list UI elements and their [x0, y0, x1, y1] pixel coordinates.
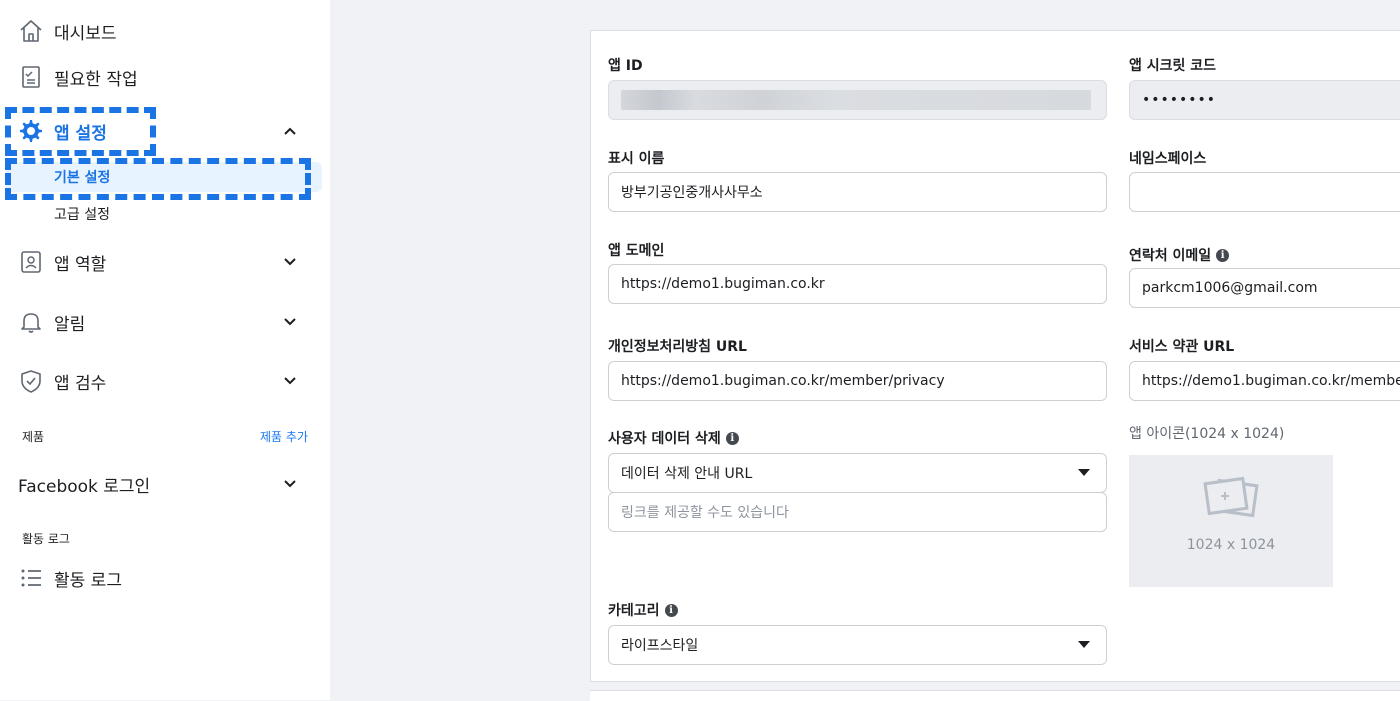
data-deletion-placeholder: 링크를 제공할 수도 있습니다	[621, 505, 789, 521]
sidebar-subitem-label: 고급 설정	[54, 207, 110, 223]
data-deletion-select[interactable]: 데이터 삭제 안내 URL	[608, 453, 1107, 493]
terms-url-input[interactable]: https://demo1.bugiman.co.kr/member	[1129, 361, 1400, 401]
app-secret-value: ••••••••	[1142, 92, 1217, 108]
chevron-down-icon	[280, 474, 300, 494]
redacted-app-id	[621, 90, 1091, 110]
sidebar-item-label: 앱 설정	[54, 123, 107, 144]
chevron-up-icon	[280, 121, 300, 141]
category-select[interactable]: 라이프스타일	[608, 625, 1107, 665]
sidebar-item-alerts[interactable]: 알림	[0, 302, 330, 342]
sidebar-item-label: 대시보드	[54, 23, 117, 44]
sidebar-item-label: 활동 로그	[54, 570, 122, 591]
app-id-label: 앱 ID	[608, 58, 643, 74]
privacy-url-input[interactable]: https://demo1.bugiman.co.kr/member/priva…	[608, 361, 1107, 401]
contact-email-label: 연락처 이메일 i	[1129, 245, 1230, 265]
data-deletion-url-input[interactable]: 링크를 제공할 수도 있습니다	[608, 492, 1107, 532]
sidebar-item-dashboard[interactable]: 대시보드	[0, 11, 330, 51]
app-icon-label: 앱 아이콘(1024 x 1024)	[1129, 426, 1285, 442]
info-icon[interactable]: i	[664, 603, 678, 617]
gear-icon	[18, 118, 44, 144]
app-id-field	[608, 80, 1107, 120]
next-panel-edge	[590, 690, 1400, 701]
sidebar-subitem-label: 기본 설정	[54, 170, 111, 186]
sidebar-item-label: 필요한 작업	[54, 69, 138, 90]
category-label: 카테고리 i	[608, 600, 678, 620]
sidebar-item-app-roles[interactable]: 앱 역할	[0, 242, 330, 282]
add-product-link[interactable]: 제품 추가	[260, 428, 308, 445]
app-secret-field[interactable]: ••••••••	[1129, 80, 1400, 120]
privacy-url-value: https://demo1.bugiman.co.kr/member/priva…	[621, 373, 945, 389]
shield-check-icon	[18, 368, 44, 394]
app-icon-upload[interactable]: 1024 x 1024	[1129, 455, 1333, 587]
id-badge-icon	[18, 249, 44, 275]
sidebar-subitem-basic-settings[interactable]: 기본 설정	[6, 162, 322, 192]
products-section-label: 제품	[22, 430, 45, 444]
namespace-label: 네임스페이스	[1129, 151, 1207, 167]
sidebar-item-label: 앱 검수	[54, 373, 107, 394]
sidebar-item-label: 앱 역할	[54, 254, 107, 275]
sidebar-subitem-advanced-settings[interactable]: 고급 설정	[0, 199, 330, 229]
dropdown-caret-icon	[1078, 641, 1090, 648]
checklist-icon	[18, 64, 44, 90]
display-name-input[interactable]: 방부기공인중개사사무소	[608, 172, 1107, 212]
image-placeholder-icon	[1203, 476, 1259, 518]
data-deletion-selected: 데이터 삭제 안내 URL	[621, 466, 753, 482]
terms-url-label: 서비스 약관 URL	[1129, 339, 1235, 355]
app-domain-input[interactable]: https://demo1.bugiman.co.kr	[608, 264, 1107, 304]
data-deletion-label: 사용자 데이터 삭제 i	[608, 428, 739, 448]
sidebar: 대시보드 필요한 작업 앱 설정 기본 설정 고급 설정 앱 역할 알림 앱 검…	[0, 0, 330, 700]
info-icon[interactable]: i	[725, 431, 739, 445]
bell-icon	[18, 309, 44, 335]
sidebar-item-required-actions[interactable]: 필요한 작업	[0, 57, 330, 97]
chevron-down-icon	[280, 312, 300, 332]
display-name-label: 표시 이름	[608, 151, 665, 167]
namespace-input[interactable]	[1129, 172, 1400, 212]
sidebar-item-app-settings[interactable]: 앱 설정	[0, 111, 330, 151]
app-domain-value: https://demo1.bugiman.co.kr	[621, 276, 825, 292]
app-secret-label: 앱 시크릿 코드	[1129, 58, 1217, 74]
dropdown-caret-icon	[1078, 469, 1090, 476]
display-name-value: 방부기공인중개사사무소	[621, 185, 763, 201]
sidebar-item-label: 알림	[54, 314, 86, 335]
sidebar-item-activity-log[interactable]: 활동 로그	[0, 558, 330, 598]
contact-email-value: parkcm1006@gmail.com	[1142, 280, 1318, 296]
home-icon	[18, 18, 44, 44]
privacy-url-label: 개인정보처리방침 URL	[608, 339, 747, 355]
sidebar-item-facebook-login[interactable]: Facebook 로그인	[0, 464, 330, 504]
contact-email-input[interactable]: parkcm1006@gmail.com	[1129, 268, 1400, 308]
list-icon	[18, 565, 44, 591]
sidebar-item-label: Facebook 로그인	[18, 476, 151, 497]
app-icon-size-text: 1024 x 1024	[1186, 537, 1276, 553]
info-icon[interactable]: i	[1216, 248, 1230, 262]
sidebar-item-app-review[interactable]: 앱 검수	[0, 361, 330, 401]
chevron-down-icon	[280, 252, 300, 272]
chevron-down-icon	[280, 371, 300, 391]
category-selected: 라이프스타일	[621, 638, 699, 654]
terms-url-value: https://demo1.bugiman.co.kr/member	[1142, 373, 1400, 389]
activity-section-label: 활동 로그	[22, 532, 70, 546]
app-domain-label: 앱 도메인	[608, 243, 665, 259]
